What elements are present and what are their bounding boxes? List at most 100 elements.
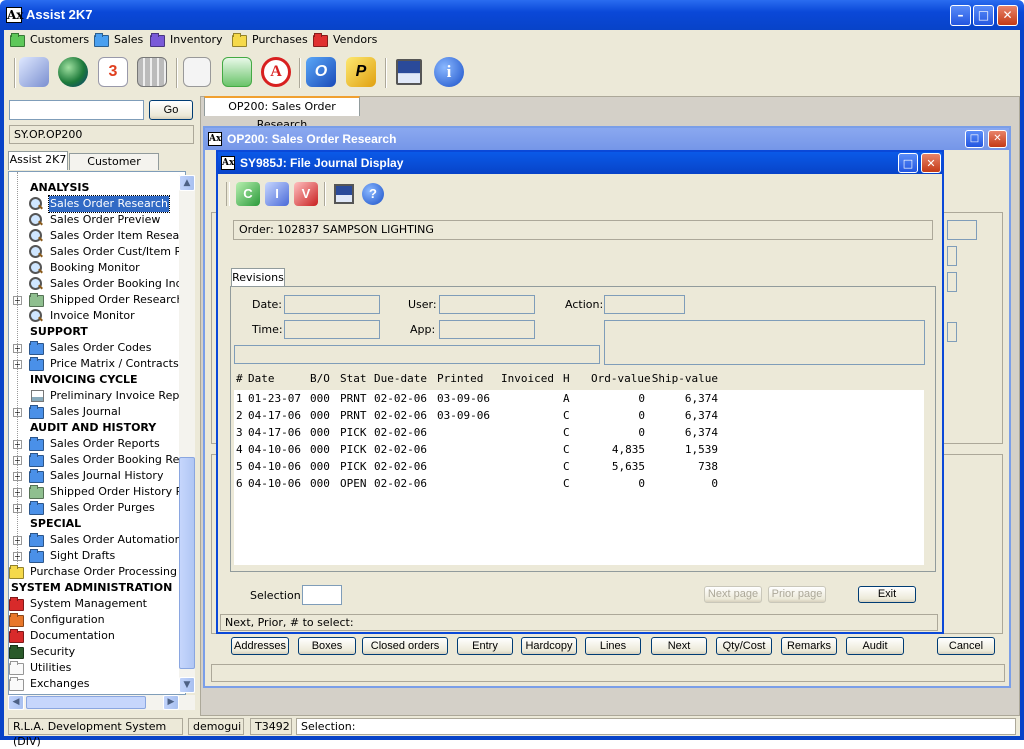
journal-toolbar-separator [324,182,326,206]
scroll-down-icon[interactable]: ▼ [179,677,195,693]
scroll-right-icon[interactable]: ▶ [163,695,179,710]
tab-assist-2k7[interactable]: Assist 2K7 [8,151,68,170]
exit-button[interactable]: Exit [858,586,916,603]
tree-horizontal-scrollbar[interactable]: ◀ ▶ [8,695,195,710]
document-icon[interactable] [183,57,211,87]
next-page-button[interactable]: Next page [704,586,762,603]
hardcopy-button[interactable]: Hardcopy [521,637,577,655]
tree-item-configuration[interactable]: Configuration [9,612,185,628]
row-cell: PICK [340,460,367,473]
tree-item-sales-journal[interactable]: + Sales Journal [9,404,185,420]
view-icon[interactable]: V [294,182,318,206]
lines-button[interactable]: Lines [585,637,641,655]
tab-op200[interactable]: OP200: Sales Order Research [204,96,360,131]
tree-item-sight-drafts[interactable]: + Sight Drafts [9,548,185,564]
next-button[interactable]: Next [651,637,707,655]
row-cell: 02-02-06 [374,443,427,456]
remarks-button[interactable]: Remarks [781,637,837,655]
tree-item-sales-order-booking-repor[interactable]: + Sales Order Booking Repor [9,452,185,468]
audit-button[interactable]: Audit [846,637,904,655]
table-row[interactable]: 6 04-10-06 000 OPEN 02-02-06 C 0 0 [234,475,924,492]
tree-item-shipped-order-researches[interactable]: + Shipped Order Researches [9,292,185,308]
tree-item-sales-order-preview[interactable]: Sales Order Preview [9,212,185,228]
journal-maximize-icon[interactable]: □ [898,153,918,173]
help-icon[interactable]: ? [362,183,384,205]
tree-item-security[interactable]: Security [9,644,185,660]
close-icon[interactable]: ✕ [997,5,1018,26]
tree-item-special: SPECIAL [9,516,185,532]
tree-item-sales-order-booking-inquir[interactable]: Sales Order Booking Inquir [9,276,185,292]
tree-item-sales-order-automation[interactable]: + Sales Order Automation [9,532,185,548]
tree-item-sales-order-reports[interactable]: + Sales Order Reports [9,436,185,452]
tab-customer-service[interactable]: Customer Service [69,153,159,184]
boxes-button[interactable]: Boxes [298,637,356,655]
tree-item-documentation[interactable]: Documentation [9,628,185,644]
row-cell: 738 [698,460,718,473]
op200-maximize-icon[interactable]: □ [965,130,984,148]
header-cell: Ord-value [591,372,651,385]
tree-item-sales-order-item-research[interactable]: Sales Order Item Research [9,228,185,244]
publisher-icon[interactable]: P [346,57,376,87]
entry-button[interactable]: Entry [457,637,513,655]
table-row[interactable]: 5 04-10-06 000 PICK 02-02-06 C 5,635 738 [234,458,924,475]
tree-scroll-thumb[interactable] [179,457,195,669]
menu-inventory[interactable]: Inventory [150,32,223,48]
journal-close-icon[interactable]: ✕ [921,153,941,173]
tree-vertical-scrollbar[interactable]: ▲ ▼ [179,175,195,693]
journal-image-icon[interactable] [334,184,354,204]
table-row[interactable]: 1 01-23-07 000 PRNT 02-02-06 03-09-06 A 0 6,374 [234,390,924,407]
tree-item-exchanges[interactable]: Exchanges [9,676,185,692]
tree-item-purchase-order-processing[interactable]: Purchase Order Processing [9,564,185,580]
menu-purchases[interactable]: Purchases [232,32,308,48]
cancel-button[interactable]: Cancel [937,637,995,655]
selection-input[interactable] [302,585,342,605]
minimize-icon[interactable]: – [950,5,971,26]
tree-item-preliminary-invoice-report[interactable]: Preliminary Invoice Report [9,388,185,404]
tree-label: Booking Monitor [50,261,140,274]
horizontal-scroll-thumb[interactable] [26,696,146,709]
tree-item-sales-journal-history[interactable]: + Sales Journal History [9,468,185,484]
closed-orders-button[interactable]: Closed orders [362,637,448,655]
calendar-icon[interactable]: 3 [98,57,128,87]
search-input[interactable] [9,100,144,120]
scroll-up-icon[interactable]: ▲ [179,175,195,191]
tree-item-sales-order-purges[interactable]: + Sales Order Purges [9,500,185,516]
tree-item-booking-monitor[interactable]: Booking Monitor [9,260,185,276]
menu-sales[interactable]: Sales [94,32,143,48]
tree-item-sales-order-codes[interactable]: + Sales Order Codes [9,340,185,356]
tree-item-sales-order-research[interactable]: Sales Order Research [9,195,185,213]
scroll-left-icon[interactable]: ◀ [8,695,24,710]
addresses-button[interactable]: Addresses [231,637,289,655]
table-row[interactable]: 3 04-17-06 000 PICK 02-02-06 C 0 6,374 [234,424,924,441]
menu-customers[interactable]: Customers [10,32,89,48]
globe-icon[interactable] [58,57,88,87]
tree-item-system-management[interactable]: System Management [9,596,185,612]
row-cell: C [563,426,570,439]
menu-vendors[interactable]: Vendors [313,32,377,48]
calculator-icon[interactable] [137,57,167,87]
prior-page-button[interactable]: Prior page [768,586,826,603]
tree-item-utilities[interactable]: Utilities [9,660,185,676]
create-icon[interactable]: C [236,182,260,206]
outlook-icon[interactable]: O [306,57,336,87]
tree-item-shipped-order-history-rep[interactable]: + Shipped Order History Rep [9,484,185,500]
maximize-icon[interactable]: □ [973,5,994,26]
image-icon[interactable] [396,59,422,85]
tree-item-sales-order-cust-item-res[interactable]: Sales Order Cust/Item Res [9,244,185,260]
info-icon[interactable]: i [434,57,464,87]
acrobat-icon[interactable]: A [261,57,291,87]
qty-cost-button[interactable]: Qty/Cost [716,637,772,655]
action-label: Action: [565,298,604,311]
tree-item-price-matrix-contracts[interactable]: + Price Matrix / Contracts [9,356,185,372]
table-row[interactable]: 4 04-10-06 000 PICK 02-02-06 C 4,835 1,539 [234,441,924,458]
tree-guide-line [17,172,18,564]
mail-icon[interactable] [19,57,49,87]
op200-close-icon[interactable]: ✕ [988,130,1007,148]
inquire-icon[interactable]: I [265,182,289,206]
tree-item-invoice-monitor[interactable]: Invoice Monitor [9,308,185,324]
folder-icon [10,33,25,47]
go-button[interactable]: Go [149,100,193,120]
tab-revisions[interactable]: Revisions [231,268,285,287]
chart-icon[interactable] [222,57,252,87]
table-row[interactable]: 2 04-17-06 000 PRNT 02-02-06 03-09-06 C 0 6,374 [234,407,924,424]
